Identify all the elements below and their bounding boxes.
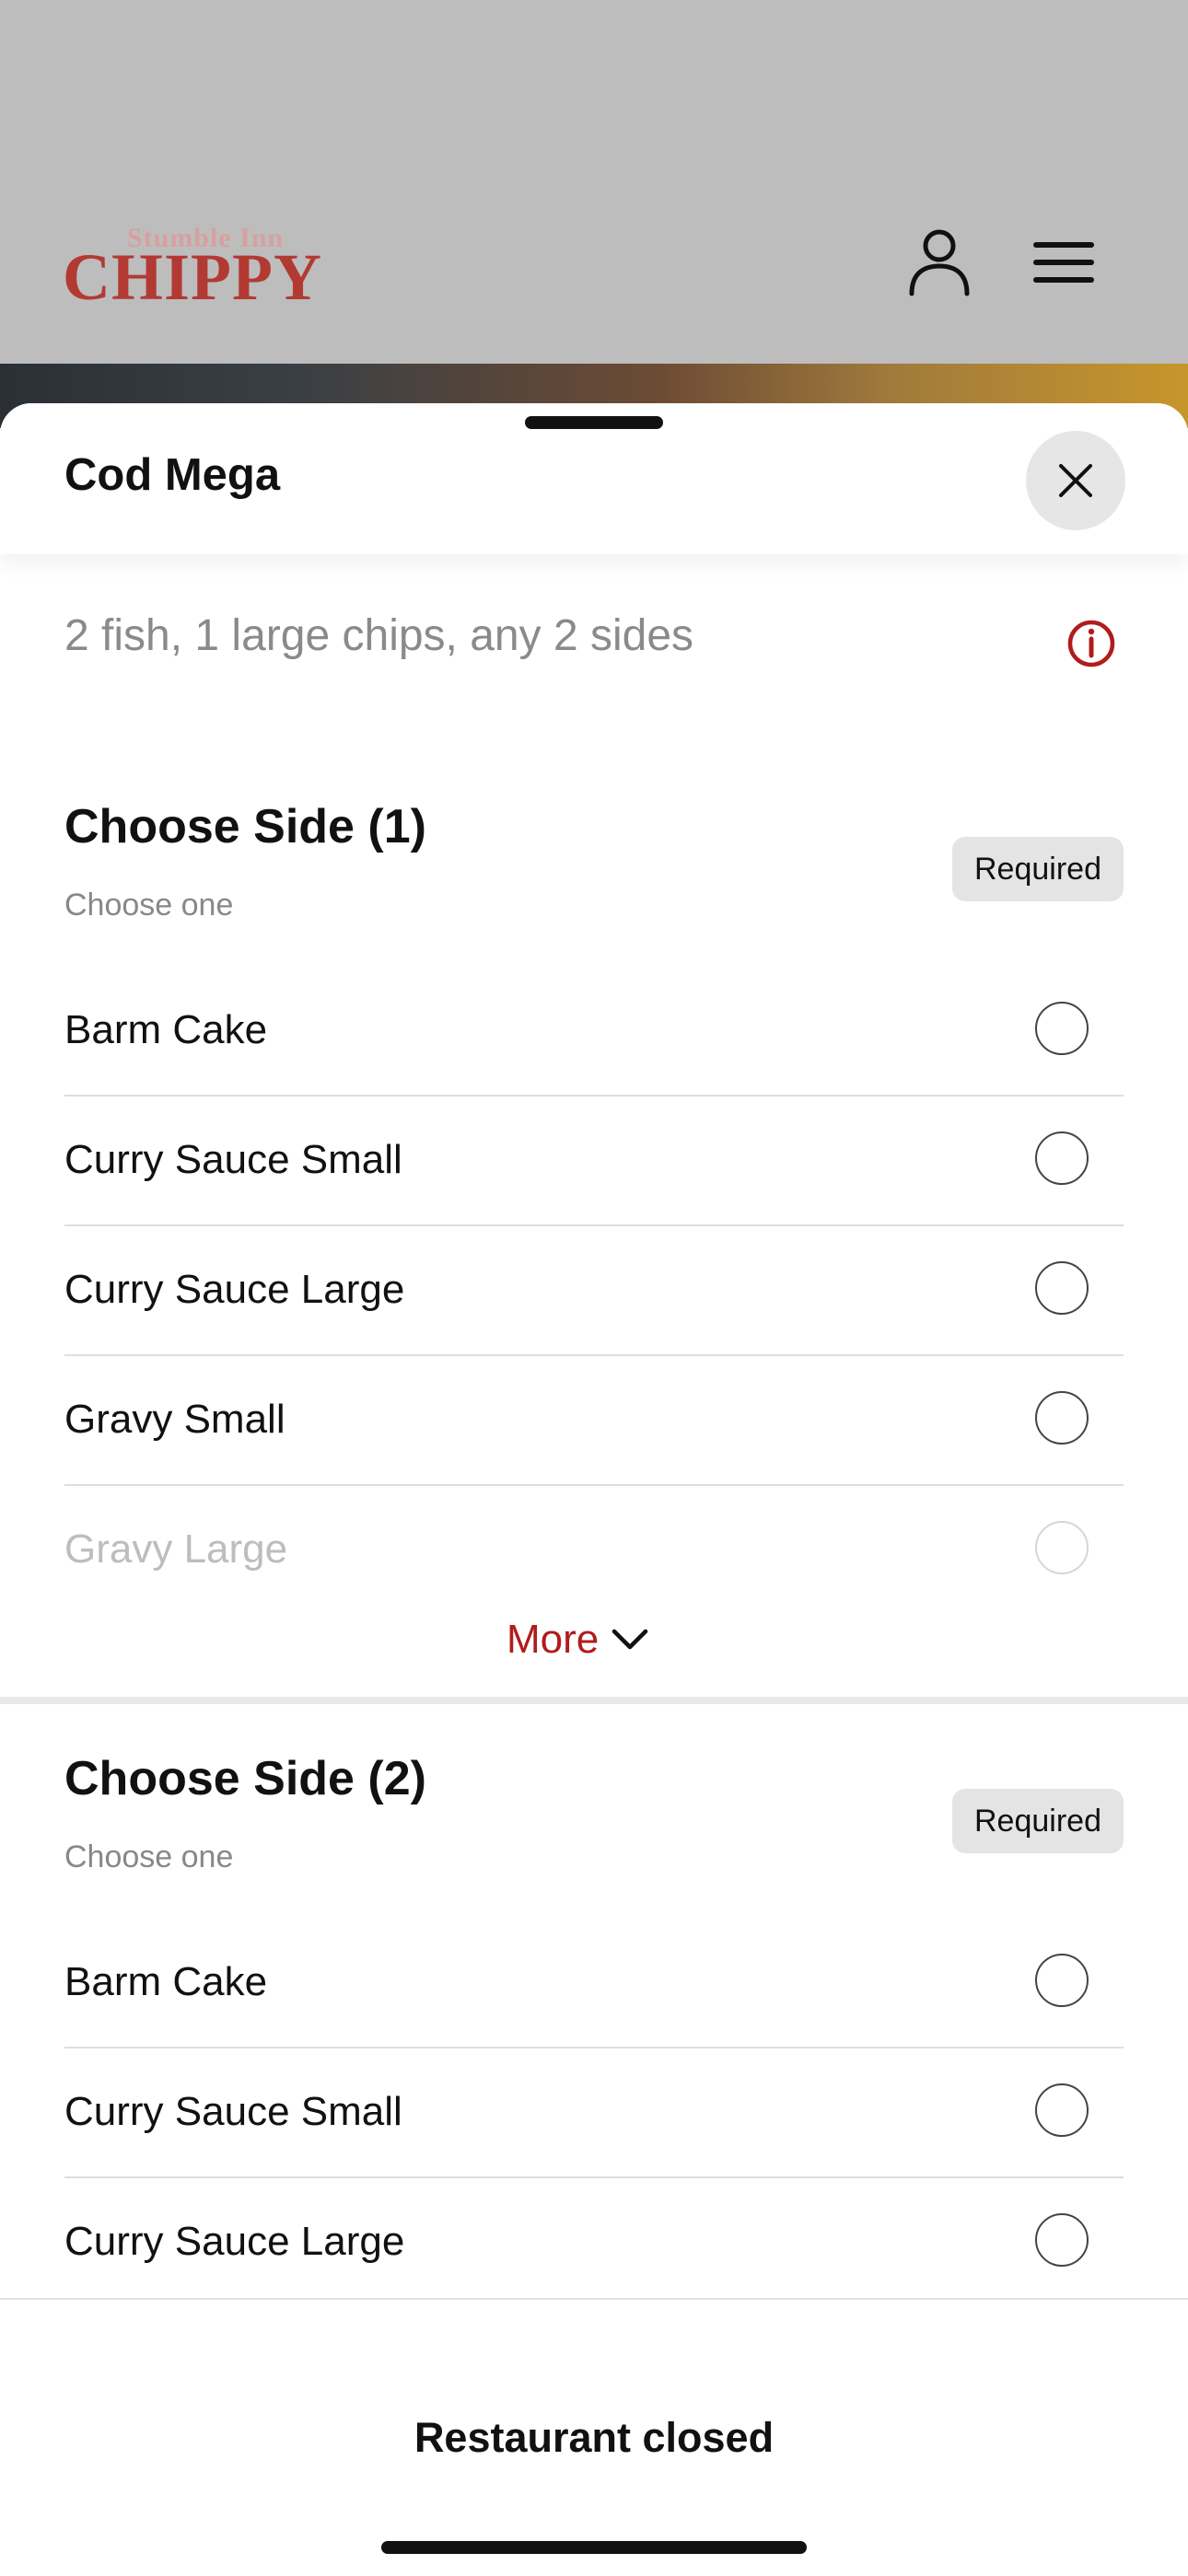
brand-logo[interactable]: Stumble Inn CHIPPY (63, 221, 321, 314)
item-title: Cod Mega (64, 450, 281, 500)
footer-bar: Restaurant closed (0, 2298, 1188, 2576)
option-label: Curry Sauce Large (64, 2219, 405, 2264)
sheet-grabber[interactable] (525, 416, 663, 429)
option-row[interactable]: Curry Sauce Large (64, 1226, 1124, 1356)
option-row[interactable]: Curry Sauce Small (64, 2048, 1124, 2178)
option-label: Curry Sauce Small (64, 1137, 402, 1182)
home-indicator[interactable] (381, 2541, 807, 2554)
group-title: Choose Side (2) (64, 1752, 426, 1805)
section-divider (0, 1697, 1188, 1704)
option-label: Barm Cake (64, 1007, 268, 1052)
radio-button[interactable] (1035, 2083, 1089, 2137)
more-label: More (507, 1617, 600, 1662)
option-label: Curry Sauce Large (64, 1267, 405, 1312)
option-row[interactable]: Gravy Large (64, 1486, 1124, 1616)
account-icon[interactable] (898, 221, 981, 304)
group-subtitle: Choose one (64, 888, 234, 922)
logo-name: CHIPPY (63, 240, 322, 314)
option-label: Gravy Large (64, 1526, 288, 1572)
hamburger-menu-icon[interactable] (1022, 221, 1105, 304)
option-row[interactable]: Gravy Small (64, 1356, 1124, 1486)
required-badge: Required (952, 1789, 1124, 1853)
option-row[interactable]: Curry Sauce Small (64, 1097, 1124, 1226)
option-row[interactable]: Barm Cake (64, 1919, 1124, 2048)
radio-button[interactable] (1035, 1261, 1089, 1315)
radio-button[interactable] (1035, 2213, 1089, 2267)
option-label: Barm Cake (64, 1959, 268, 2004)
group-title: Choose Side (1) (64, 800, 426, 853)
group-subtitle: Choose one (64, 1839, 234, 1874)
radio-button[interactable] (1035, 1002, 1089, 1055)
required-badge: Required (952, 837, 1124, 901)
item-options-sheet: Cod Mega 2 fish, 1 large chips, any 2 si… (0, 403, 1188, 2574)
restaurant-status: Restaurant closed (413, 2414, 775, 2461)
more-button[interactable]: More (507, 1612, 648, 1667)
option-label: Curry Sauce Small (64, 2089, 402, 2134)
option-label: Gravy Small (64, 1397, 285, 1442)
radio-button[interactable] (1035, 1954, 1089, 2007)
option-row[interactable]: Curry Sauce Large (64, 2178, 1124, 2308)
info-icon[interactable] (1066, 619, 1116, 668)
sheet-header: Cod Mega (0, 403, 1188, 554)
radio-button[interactable] (1035, 1131, 1089, 1185)
close-icon (1059, 464, 1092, 497)
chevron-down-icon (612, 1629, 648, 1650)
item-description: 2 fish, 1 large chips, any 2 sides (64, 611, 694, 660)
option-row[interactable]: Barm Cake (64, 967, 1124, 1097)
radio-button[interactable] (1035, 1391, 1089, 1445)
radio-button[interactable] (1035, 1521, 1089, 1574)
close-button[interactable] (1026, 431, 1125, 530)
